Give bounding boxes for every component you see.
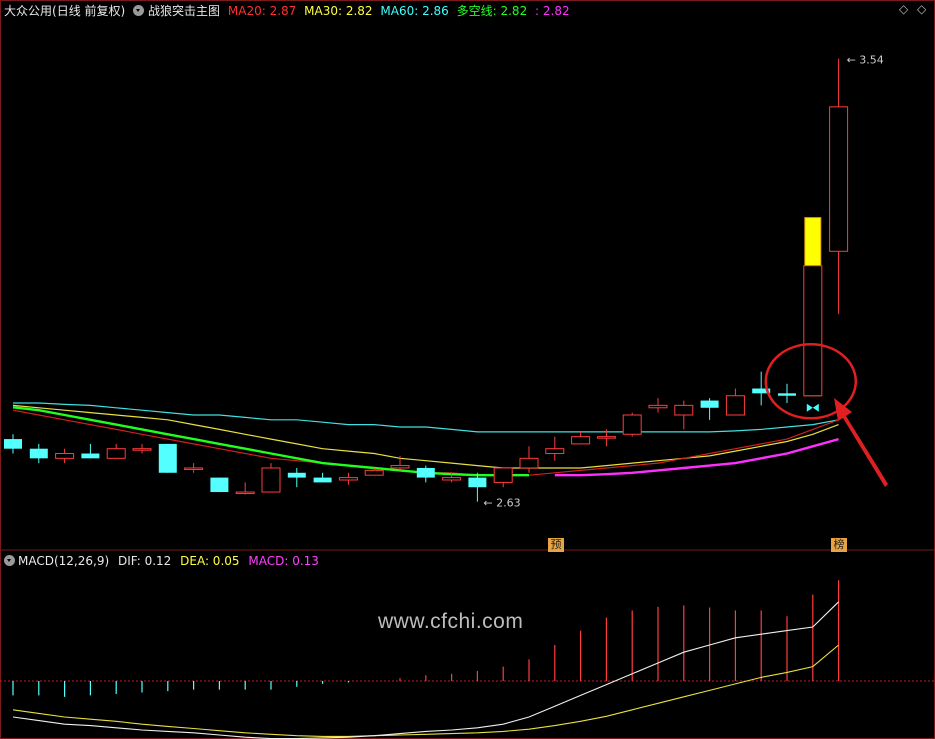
- ma30-line: [12, 404, 839, 469]
- candle-body-up: [55, 453, 75, 459]
- candle-body-up: [493, 467, 513, 483]
- candle-body-up: [390, 465, 410, 469]
- candle-body-up: [725, 395, 745, 416]
- watermark: www.cfchi.com: [378, 610, 524, 633]
- candle-body-up: [364, 469, 384, 476]
- pre-marker: 预: [548, 538, 564, 552]
- candle-body-down: [287, 472, 306, 478]
- candle-body-down: [700, 400, 719, 408]
- candle-body-up: [132, 448, 152, 451]
- bang-marker: 榜: [831, 538, 847, 552]
- candle-body-up: [261, 467, 281, 493]
- candle-body-down: [468, 477, 487, 488]
- candle-body-up: [184, 467, 204, 470]
- high-annotation: ← 3.54: [847, 54, 884, 67]
- low-annotation: ← 2.63: [483, 497, 520, 510]
- candle-body-down: [416, 467, 435, 478]
- candle-body-up: [442, 477, 462, 481]
- candle-body-up: [596, 436, 616, 439]
- candle-body-down: [81, 453, 100, 459]
- candle-body-down: [313, 477, 332, 483]
- candle-body-up: [803, 265, 823, 397]
- candle-body-up: [571, 436, 591, 445]
- candle-body-up: [519, 457, 539, 469]
- butterfly-icon: [806, 403, 819, 412]
- candle-body-up: [106, 448, 126, 459]
- candle-body-down: [778, 393, 796, 396]
- candle-body-up: [622, 414, 642, 435]
- candle-body-up: [545, 448, 565, 455]
- candle-body-up: [648, 404, 668, 409]
- candle-body-up: [674, 404, 694, 416]
- candle-body-down: [29, 448, 48, 459]
- candle-body-down: [210, 477, 229, 493]
- dea-line: [12, 644, 839, 737]
- candle-body-up: [338, 477, 358, 481]
- candle-body-down: [158, 443, 177, 473]
- candle-body-up: [829, 106, 849, 252]
- candle-body-down: [4, 439, 22, 449]
- candle-body-up: [235, 491, 255, 495]
- highlight-arrow: [834, 398, 888, 487]
